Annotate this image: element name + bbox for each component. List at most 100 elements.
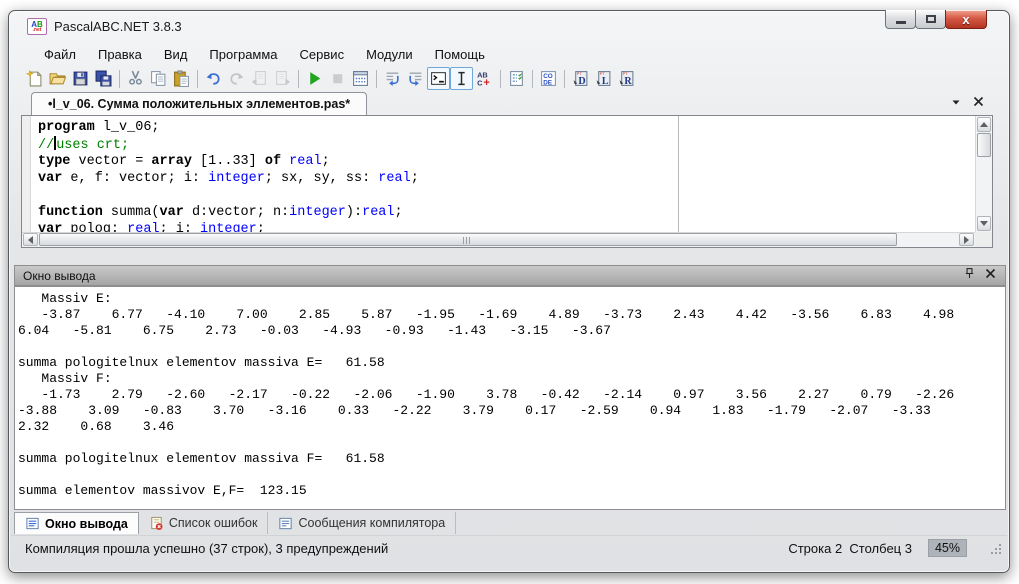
ibeam-toggle-button[interactable]: [450, 67, 473, 90]
save-button[interactable]: [69, 67, 92, 90]
minimize-button[interactable]: [885, 10, 916, 29]
indent-left-button[interactable]: [381, 67, 404, 90]
indent-right-icon: [407, 70, 424, 87]
editor-horizontal-scrollbar[interactable]: [22, 232, 975, 247]
svg-text:D: D: [578, 76, 585, 87]
scroll-left-button[interactable]: [23, 233, 38, 246]
maximize-button[interactable]: [915, 10, 946, 29]
code-segment: integer: [208, 171, 265, 186]
svg-text:DE: DE: [543, 80, 552, 87]
cut-icon: [127, 70, 144, 87]
code-segment: function: [38, 205, 103, 220]
save-all-button[interactable]: [92, 67, 115, 90]
scroll-right-button[interactable]: [959, 233, 974, 246]
nav-forward-button[interactable]: [271, 67, 294, 90]
menu-item[interactable]: Вид: [153, 44, 199, 65]
show-form-button[interactable]: [349, 67, 372, 90]
code-segment: var: [38, 222, 62, 232]
resize-grip[interactable]: [990, 543, 1003, 556]
scrollbar-corner: [975, 232, 992, 247]
indent-right-button[interactable]: [404, 67, 427, 90]
code-segment: uses crt;: [56, 138, 129, 153]
bottom-tab[interactable]: Список ошибок: [139, 512, 269, 534]
abc-plus-button[interactable]: ABC+: [473, 67, 496, 90]
code-segment: ;: [257, 222, 265, 232]
arrow-down-icon: [980, 221, 988, 226]
code-segment: var: [160, 205, 184, 220]
minimize-icon: [896, 21, 906, 24]
arrow-up-icon: [980, 122, 988, 127]
tab-list-dropdown-button[interactable]: [950, 96, 962, 108]
paste-button[interactable]: [170, 67, 193, 90]
todo-list-button[interactable]: [505, 67, 528, 90]
code-segment: real: [362, 205, 394, 220]
close-panel-button[interactable]: [984, 267, 997, 285]
toolbar-separator: [197, 70, 198, 88]
doc-l-button[interactable]: PTL: [592, 67, 615, 90]
code-segment: var: [38, 171, 62, 186]
doc-r-icon: PTR: [618, 70, 635, 87]
close-document-button[interactable]: [972, 95, 985, 108]
toolbar-separator: [532, 70, 533, 88]
app-window: AB .net PascalABC.NET 3.8.3 x ФайлПравка…: [8, 10, 1010, 573]
menu-item[interactable]: Правка: [87, 44, 153, 65]
code-line: var polog: real; i: integer;: [38, 221, 975, 232]
code-line: var e, f: vector; i: integer; sx, sy, ss…: [38, 170, 975, 187]
bottom-tab[interactable]: Окно вывода: [14, 512, 139, 534]
bottom-tab-label: Сообщения компилятора: [298, 516, 445, 530]
redo-button[interactable]: [225, 67, 248, 90]
compile-status-message: Компиляция прошла успешно (37 строк), 3 …: [25, 541, 788, 556]
run-button[interactable]: [303, 67, 326, 90]
svg-text:C: C: [477, 78, 483, 87]
new-file-button[interactable]: [23, 67, 46, 90]
code-area[interactable]: program l_v_06;//uses crt;type vector = …: [31, 116, 975, 232]
code-segment: integer: [289, 205, 346, 220]
doc-l-icon: PTL: [595, 70, 612, 87]
pin-panel-button[interactable]: [963, 267, 976, 285]
undo-icon: [205, 70, 222, 87]
nav-forward-icon: [274, 70, 291, 87]
console-toggle-button[interactable]: [427, 67, 450, 90]
code-segment: type: [38, 154, 70, 169]
code-segment: ;: [395, 205, 403, 220]
copy-icon: [150, 70, 167, 87]
copy-button[interactable]: [147, 67, 170, 90]
code-segment: ;: [411, 171, 419, 186]
arrow-right-icon: [964, 236, 969, 244]
svg-text:R: R: [624, 76, 632, 87]
undo-button[interactable]: [202, 67, 225, 90]
editor-gutter: [22, 116, 31, 232]
code-template-button[interactable]: CODE: [537, 67, 560, 90]
menu-item[interactable]: Сервис: [289, 44, 356, 65]
code-segment: vector =: [70, 154, 151, 169]
vertical-scroll-thumb[interactable]: [977, 133, 991, 157]
code-line: program l_v_06;: [38, 119, 975, 136]
output-panel-title: Окно вывода: [23, 269, 963, 283]
editor-vertical-scrollbar[interactable]: [975, 116, 992, 232]
editor-zoom-badge: 45%: [928, 539, 967, 557]
document-tab[interactable]: •l_v_06. Сумма положительных эллементов.…: [31, 92, 367, 115]
menu-item[interactable]: Модули: [355, 44, 424, 65]
menu-item[interactable]: Помощь: [424, 44, 496, 65]
run-icon: [306, 70, 323, 87]
code-segment: program: [38, 120, 95, 135]
menu-item[interactable]: Файл: [33, 44, 87, 65]
doc-r-button[interactable]: PTR: [615, 67, 638, 90]
close-button[interactable]: x: [945, 10, 987, 29]
redo-icon: [228, 70, 245, 87]
doc-d-icon: PTD: [572, 70, 589, 87]
menu-item[interactable]: Программа: [198, 44, 288, 65]
toolbar-separator: [500, 70, 501, 88]
cut-button[interactable]: [124, 67, 147, 90]
bottom-tab[interactable]: Сообщения компилятора: [268, 512, 456, 534]
caret-position-label: Строка 2 Столбец 3: [788, 541, 912, 556]
open-file-button[interactable]: [46, 67, 69, 90]
scroll-down-button[interactable]: [977, 216, 991, 231]
code-segment: real: [378, 171, 410, 186]
stop-button[interactable]: [326, 67, 349, 90]
scroll-up-button[interactable]: [977, 117, 991, 132]
toolbar-separator: [564, 70, 565, 88]
nav-back-button[interactable]: [248, 67, 271, 90]
horizontal-scroll-thumb[interactable]: [39, 233, 897, 246]
doc-d-button[interactable]: PTD: [569, 67, 592, 90]
